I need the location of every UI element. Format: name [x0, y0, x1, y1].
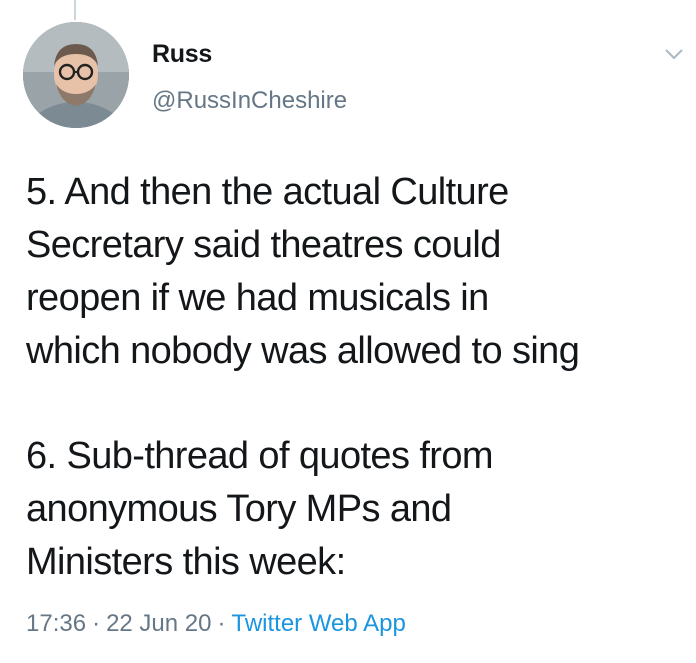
tweet-line: Secretary said theatres could: [26, 224, 501, 266]
tweet-line: which nobody was allowed to sing: [26, 330, 580, 372]
author-name[interactable]: Russ: [152, 40, 212, 69]
tweet-line: Ministers this week:: [26, 541, 346, 583]
thread-connector-line: [74, 0, 76, 20]
tweet-paragraph: 5. And then the actual Culture Secretary…: [26, 166, 690, 378]
tweet-text: 5. And then the actual Culture Secretary…: [26, 166, 690, 589]
meta-separator: ·: [217, 610, 226, 637]
tweet-line: 6. Sub-thread of quotes from: [26, 435, 494, 477]
tweet-date[interactable]: 22 Jun 20: [106, 610, 211, 637]
chevron-down-icon[interactable]: [663, 45, 685, 63]
avatar[interactable]: [23, 22, 129, 128]
tweet-source-link[interactable]: Twitter Web App: [231, 610, 405, 637]
tweet-meta: 17:36 · 22 Jun 20 · Twitter Web App: [26, 610, 406, 638]
tweet-line: anonymous Tory MPs and: [26, 488, 452, 530]
tweet-line: 5. And then the actual Culture: [26, 171, 509, 213]
author-handle[interactable]: @RussInCheshire: [152, 87, 347, 115]
tweet-line: reopen if we had musicals in: [26, 277, 489, 319]
tweet-paragraph: 6. Sub-thread of quotes from anonymous T…: [26, 430, 690, 589]
avatar-image: [23, 22, 129, 128]
tweet-time[interactable]: 17:36: [26, 610, 86, 637]
meta-separator: ·: [92, 610, 101, 637]
